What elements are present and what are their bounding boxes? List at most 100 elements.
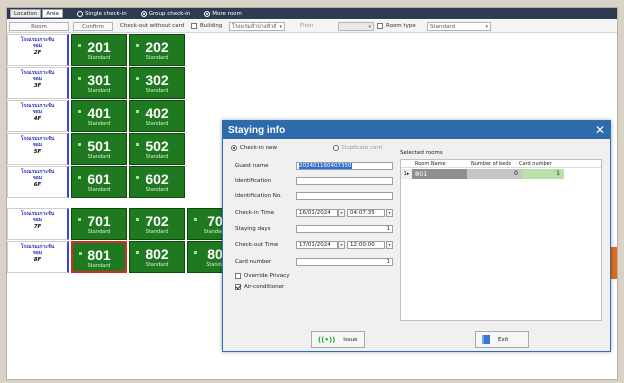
status-dot-icon	[78, 218, 81, 221]
room-type-value: Standard	[430, 24, 456, 30]
identification-no-input[interactable]	[296, 192, 393, 200]
room-type-checkbox[interactable]	[377, 22, 383, 31]
status-dot-icon	[136, 110, 139, 113]
room-type: Standard	[145, 229, 169, 235]
room-type: Standard	[87, 121, 111, 127]
selected-rooms-grid: Room Name Number of beds Card number 1▸ …	[400, 159, 602, 321]
checkin-clock-input[interactable]: 04:07:35	[347, 209, 385, 217]
room-tile-402[interactable]: 402 Standard	[129, 100, 185, 132]
table-row[interactable]: 1▸ 801 0 1	[401, 169, 601, 179]
room-type: Standard	[87, 154, 111, 160]
room-tile-501[interactable]: 501 Standard	[71, 133, 127, 165]
room-number: 201	[87, 39, 111, 55]
status-dot-icon	[136, 251, 139, 254]
checkout-without-card-label: Check-out without card	[120, 23, 185, 29]
staying-days-input[interactable]: 1	[296, 225, 393, 233]
status-dot-icon	[136, 218, 139, 221]
room-tile-502[interactable]: 502 Standard	[129, 133, 185, 165]
room-tile-302[interactable]: 302 Standard	[129, 67, 185, 99]
room-tile-802[interactable]: 802 Standard	[129, 241, 185, 273]
room-type: Standard	[87, 229, 111, 235]
air-conditioner-checkbox[interactable]: Air-conditioner	[235, 284, 284, 290]
room-type-select[interactable]: Standard ▾	[427, 22, 491, 31]
status-dot-icon	[136, 176, 139, 179]
floor-label-5f[interactable]: โรงแรมเกาะจัน จอม 5F	[7, 133, 69, 165]
floor-number: 7F	[33, 224, 42, 230]
exit-button[interactable]: Exit	[475, 331, 529, 348]
checkin-new-radio[interactable]: Check-in new	[231, 145, 277, 151]
room-tile-601[interactable]: 601 Standard	[71, 166, 127, 198]
room-tile-801[interactable]: 801 Standard	[71, 241, 127, 273]
room-tile-202[interactable]: 202 Standard	[129, 34, 185, 66]
card-number-input[interactable]: 1	[296, 258, 393, 266]
floor-number: 6F	[33, 182, 42, 188]
guest-name-input[interactable]: 202401160407350	[296, 162, 393, 170]
room-tile-401[interactable]: 401 Standard	[71, 100, 127, 132]
room-type: Standard	[87, 55, 111, 61]
duplicate-card-label: Duplicate card	[342, 145, 383, 151]
room-type: Standard	[145, 88, 169, 94]
building-checkbox[interactable]	[191, 22, 197, 31]
duplicate-card-radio[interactable]: Duplicate card	[333, 145, 382, 151]
cell-card-number[interactable]: 1	[522, 169, 564, 179]
status-dot-icon	[78, 110, 81, 113]
cell-number-of-beds[interactable]: 0	[467, 169, 522, 179]
floor-select[interactable]: ▾	[338, 22, 374, 31]
tab-area[interactable]: Area	[42, 9, 63, 18]
override-privacy-checkbox[interactable]: Override Privacy	[235, 273, 289, 279]
floor-label-3f[interactable]: โรงแรมเกาะจัน จอม 3F	[7, 67, 69, 99]
checkbox-icon	[377, 22, 383, 29]
floor-number: 8F	[33, 257, 42, 263]
floor-label: Floor	[300, 23, 314, 29]
floor-label-7f[interactable]: โรงแรมเกาะจัน จอม 7F	[7, 208, 69, 240]
status-dot-icon	[194, 218, 197, 221]
room-tile-701[interactable]: 701 Standard	[71, 208, 127, 240]
checkin-date-input[interactable]: 16/01/2024	[296, 209, 338, 217]
building-select[interactable]: โรงแรมลำปางหัวจั ▾	[229, 22, 285, 31]
room-tile-201[interactable]: 201 Standard	[71, 34, 127, 66]
confirm-button[interactable]: Confirm	[73, 22, 113, 31]
floor-label-6f[interactable]: โรงแรมเกาะจัน จอม 6F	[7, 166, 69, 198]
room-tile-702[interactable]: 702 Standard	[129, 208, 185, 240]
air-conditioner-label: Air-conditioner	[244, 284, 285, 290]
hotel-sub: จอม	[32, 109, 43, 115]
time-spin-icon[interactable]: ▾	[386, 241, 393, 249]
dialog-title: Staying info	[223, 121, 610, 139]
grid-header: Room Name Number of beds Card number	[401, 160, 601, 168]
mode-more-room[interactable]: More room	[204, 10, 242, 17]
checkout-date-value: 17/01/2024	[299, 242, 331, 248]
room-tile-602[interactable]: 602 Standard	[129, 166, 185, 198]
status-dot-icon	[136, 143, 139, 146]
time-spin-icon[interactable]: ▾	[386, 209, 393, 217]
issue-label: Issue	[343, 336, 358, 343]
room-tile-301[interactable]: 301 Standard	[71, 67, 127, 99]
mode-group-checkin[interactable]: Group check-in	[140, 10, 191, 17]
top-bar: Location Area Single check-in Group chec…	[7, 8, 617, 19]
room-type: Standard	[87, 88, 111, 94]
mode-label: Group check-in	[148, 10, 191, 17]
status-dot-icon	[194, 251, 197, 254]
override-privacy-label: Override Privacy	[244, 273, 290, 279]
mode-single-checkin[interactable]: Single check-in	[76, 10, 127, 17]
floor-label-4f[interactable]: โรงแรมเกาะจัน จอม 4F	[7, 100, 69, 132]
calendar-dropdown-icon[interactable]: ▾	[338, 241, 345, 249]
floor-label-2f[interactable]: โรงแรมเกาะจัน จอม 2F	[7, 34, 69, 66]
close-icon[interactable]: ✕	[593, 123, 607, 137]
room-number: 702	[145, 213, 169, 229]
issue-button[interactable]: ((•)) Issue	[311, 331, 365, 348]
room-number: 501	[87, 138, 111, 154]
calendar-dropdown-icon[interactable]: ▾	[338, 209, 345, 217]
room-number: 801	[87, 247, 111, 263]
room-type: Standard	[87, 263, 111, 269]
checkin-clock-value: 04:07:35	[350, 210, 375, 216]
checkout-date-input[interactable]: 17/01/2024	[296, 241, 338, 249]
room-number: 701	[87, 213, 111, 229]
room-type: Standard	[145, 154, 169, 160]
tab-location[interactable]: Location	[10, 9, 42, 18]
offscreen-room-tile[interactable]	[611, 247, 617, 279]
floor-label-8f[interactable]: โรงแรมเกาะจัน จอม 8F	[7, 241, 69, 273]
room-type: Standard	[87, 187, 111, 193]
room-button[interactable]: Room	[9, 22, 69, 31]
identification-input[interactable]	[296, 177, 393, 185]
checkout-clock-input[interactable]: 12:00:00	[347, 241, 385, 249]
